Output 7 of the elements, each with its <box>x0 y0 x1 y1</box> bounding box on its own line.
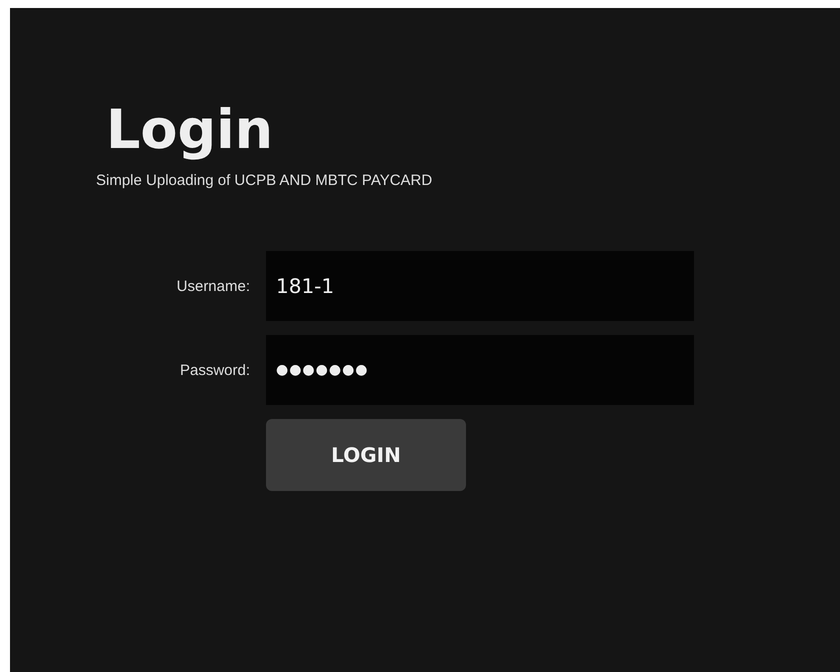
password-field[interactable]: ●●●●●●● <box>266 335 694 405</box>
field-label: Username: <box>176 278 251 294</box>
username-field[interactable]: 181-1 <box>266 251 694 321</box>
login-button[interactable]: LOGIN <box>266 419 466 491</box>
login-title: Login <box>106 100 274 160</box>
subtitle: Simple Uploading of UCPB AND MBTC PAYCARD <box>96 172 434 189</box>
field-label: Password: <box>178 362 251 378</box>
